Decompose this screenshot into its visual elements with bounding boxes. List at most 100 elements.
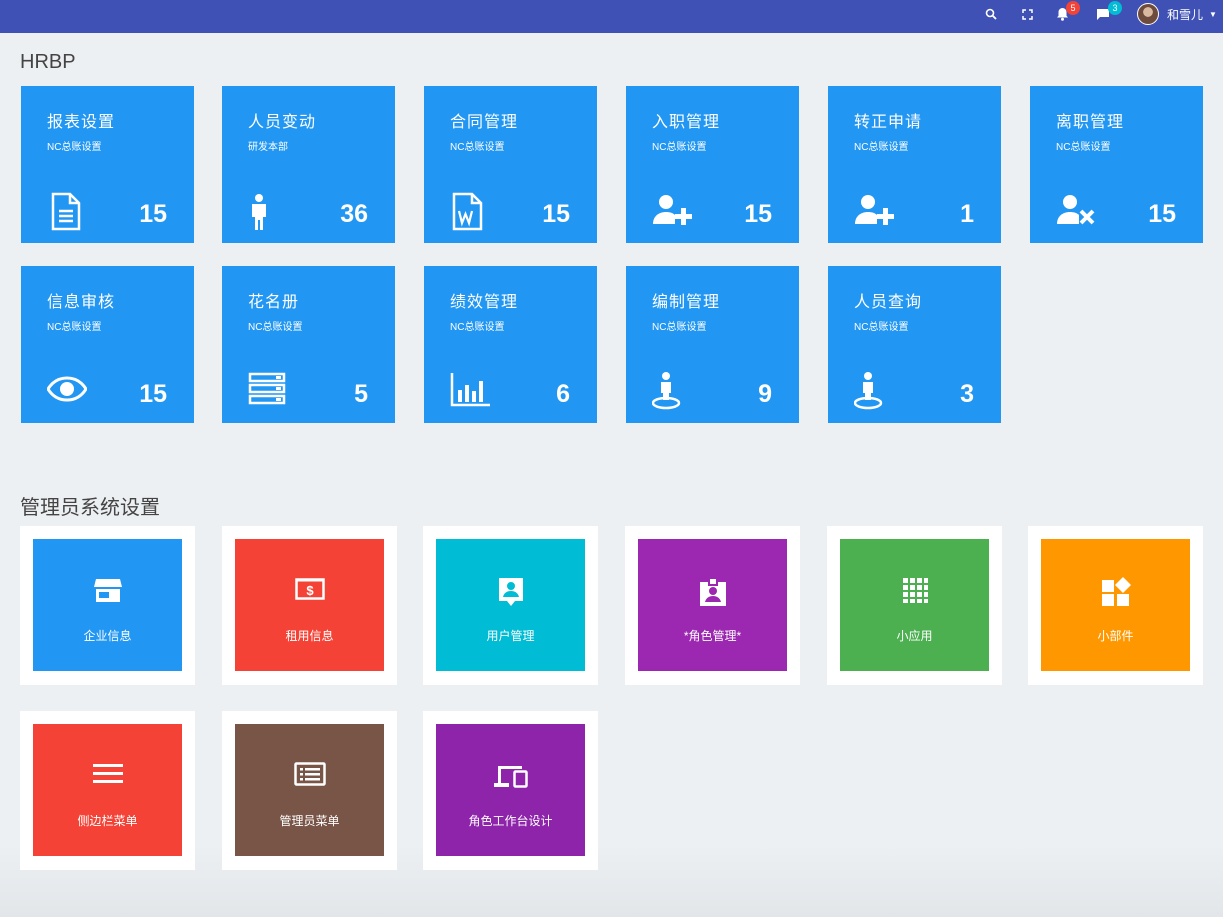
- admin-tile-label: 侧边栏菜单: [77, 814, 138, 828]
- user-add-icon: [653, 195, 692, 225]
- tile-subtitle: NC总账设置: [652, 142, 707, 153]
- admin-tile-panel: 企业信息: [33, 539, 182, 671]
- admin-tile-label: *角色管理*: [683, 629, 742, 643]
- admin-tile-user-management[interactable]: 用户管理: [423, 526, 598, 685]
- admin-tile-label: 用户管理: [486, 629, 535, 643]
- tile-title: 转正申请: [854, 114, 923, 131]
- search-icon[interactable]: [982, 0, 1000, 28]
- messages-icon[interactable]: 3: [1095, 0, 1122, 28]
- tile-subtitle: NC总账设置: [47, 322, 102, 333]
- tile-title: 绩效管理: [450, 294, 519, 311]
- hr-tile-report-settings[interactable]: 报表设置 NC总账设置 15: [21, 86, 194, 243]
- user-name: 和雪儿: [1167, 7, 1204, 22]
- notifications-badge: 5: [1066, 1, 1080, 15]
- word-file-icon: [452, 192, 483, 231]
- money-icon: $: [294, 578, 325, 600]
- eye-icon: [47, 376, 87, 402]
- hr-tile-personnel-change[interactable]: 人员变动 研发本部 36: [222, 86, 395, 243]
- admin-tile-mini-apps[interactable]: 小应用: [827, 526, 1002, 685]
- section-title-admin-settings: 管理员系统设置: [20, 497, 160, 519]
- user-remove-icon: [1057, 195, 1095, 225]
- tile-count: 15: [139, 200, 167, 228]
- admin-tile-admin-menu[interactable]: 管理员菜单: [222, 711, 397, 870]
- tile-title: 花名册: [248, 294, 300, 311]
- admin-tile-widgets[interactable]: 小部件: [1028, 526, 1203, 685]
- admin-tile-panel: 用户管理: [436, 539, 585, 671]
- admin-tile-company-info[interactable]: 企业信息: [20, 526, 195, 685]
- admin-tile-panel: 小部件: [1041, 539, 1190, 671]
- tile-subtitle: NC总账设置: [854, 142, 909, 153]
- tile-count: 15: [744, 200, 772, 228]
- admin-tile-role-workbench-design[interactable]: 角色工作台设计: [423, 711, 598, 870]
- admin-tile-panel: 角色工作台设计: [436, 724, 585, 856]
- chevron-down-icon: ▼: [1209, 9, 1217, 19]
- tile-subtitle: NC总账设置: [450, 322, 505, 333]
- user-add-icon: [855, 195, 894, 225]
- tile-subtitle: NC总账设置: [854, 322, 909, 333]
- tile-subtitle: NC总账设置: [47, 142, 102, 153]
- admin-tile-role-management[interactable]: *角色管理*: [625, 526, 800, 685]
- admin-tile-panel: 管理员菜单: [235, 724, 384, 856]
- contact-icon: [498, 578, 523, 606]
- hr-tile-performance[interactable]: 绩效管理 NC总账设置 6: [424, 266, 597, 423]
- apps-grid-icon: [902, 578, 928, 603]
- bar-chart-icon: [450, 373, 490, 407]
- tile-count: 9: [758, 380, 772, 408]
- hr-tile-onboarding[interactable]: 入职管理 NC总账设置 15: [626, 86, 799, 243]
- tile-subtitle: NC总账设置: [248, 322, 303, 333]
- tile-title: 合同管理: [450, 114, 519, 131]
- admin-tile-panel: *角色管理*: [638, 539, 787, 671]
- admin-tile-label: 小应用: [896, 629, 933, 643]
- tile-subtitle: NC总账设置: [652, 322, 707, 333]
- admin-tile-label: 企业信息: [83, 629, 132, 643]
- admin-tile-panel: $ 租用信息: [235, 539, 384, 671]
- fullscreen-icon[interactable]: [1018, 0, 1036, 28]
- admin-tile-panel: 小应用: [840, 539, 989, 671]
- tile-title: 编制管理: [652, 294, 721, 311]
- admin-tile-label: 租用信息: [285, 629, 334, 643]
- tile-title: 报表设置: [47, 114, 116, 131]
- messages-badge: 3: [1108, 1, 1122, 15]
- tile-subtitle: NC总账设置: [1056, 142, 1111, 153]
- hr-tile-roster[interactable]: 花名册 NC总账设置 5: [222, 266, 395, 423]
- section-title-hrbp: HRBP: [20, 51, 76, 73]
- person-icon: [252, 194, 266, 230]
- hr-tile-resignation[interactable]: 离职管理 NC总账设置 15: [1030, 86, 1203, 243]
- tile-count: 1: [960, 200, 974, 228]
- admin-tile-label: 角色工作台设计: [468, 814, 553, 828]
- hr-tile-info-review[interactable]: 信息审核 NC总账设置 15: [21, 266, 194, 423]
- tile-count: 15: [139, 380, 167, 408]
- tile-count: 5: [354, 380, 368, 408]
- admin-tile-label: 管理员菜单: [279, 814, 340, 828]
- tile-count: 36: [340, 200, 368, 228]
- list-alt-icon: [293, 762, 326, 786]
- hr-tile-probation-confirmation[interactable]: 转正申请 NC总账设置 1: [828, 86, 1001, 243]
- admin-tile-sidebar-menu[interactable]: 侧边栏菜单: [20, 711, 195, 870]
- tile-title: 人员变动: [248, 114, 317, 131]
- tile-title: 人员查询: [854, 294, 923, 311]
- tile-count: 3: [960, 380, 974, 408]
- server-list-icon: [248, 372, 286, 405]
- person-pin-icon: [854, 372, 883, 410]
- store-icon: [93, 579, 122, 602]
- document-icon: [51, 192, 81, 231]
- hr-tile-headcount-plan[interactable]: 编制管理 NC总账设置 9: [626, 266, 799, 423]
- widgets-icon: [1101, 577, 1131, 606]
- top-navbar: 5 3 和雪儿 ▼: [0, 0, 1223, 33]
- tile-count: 15: [1148, 200, 1176, 228]
- admin-tile-label: 小部件: [1097, 629, 1134, 643]
- hr-tile-personnel-query[interactable]: 人员查询 NC总账设置 3: [828, 266, 1001, 423]
- devices-icon: [493, 766, 528, 788]
- badge-icon: [699, 577, 726, 606]
- tile-title: 信息审核: [47, 294, 116, 311]
- user-menu[interactable]: 和雪儿 ▼: [1137, 3, 1217, 25]
- avatar: [1137, 3, 1159, 25]
- menu-icon: [92, 764, 123, 783]
- notifications-bell-icon[interactable]: 5: [1054, 0, 1080, 28]
- admin-tile-panel: 侧边栏菜单: [33, 724, 182, 856]
- person-pin-icon: [652, 372, 681, 410]
- admin-tile-rental-info[interactable]: $ 租用信息: [222, 526, 397, 685]
- tile-subtitle: 研发本部: [248, 142, 288, 153]
- tile-count: 6: [556, 380, 570, 408]
- hr-tile-contract-management[interactable]: 合同管理 NC总账设置 15: [424, 86, 597, 243]
